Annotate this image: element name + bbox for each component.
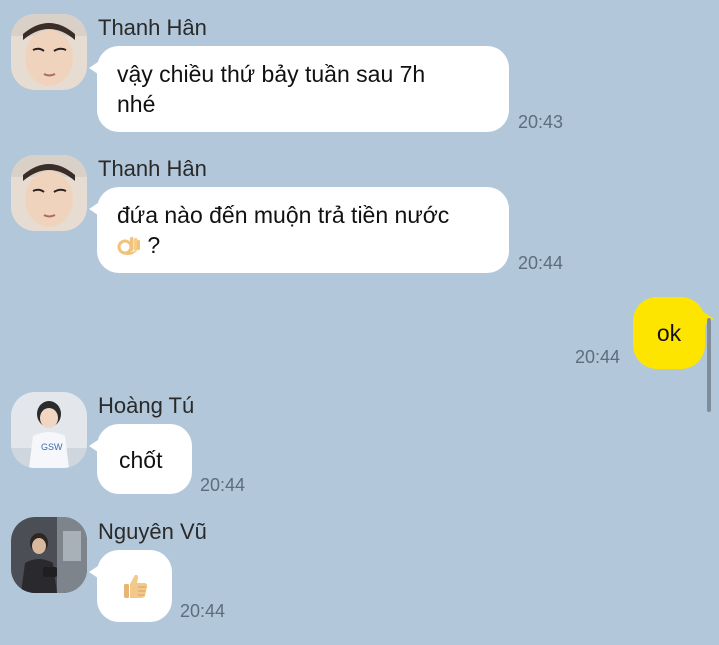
chat-message-list[interactable]: Thanh Hân vậy chiều thứ bảy tuần sau 7h … — [0, 0, 719, 645]
message-timestamp: 20:44 — [518, 253, 564, 273]
svg-text:GSW: GSW — [41, 442, 63, 452]
sender-name: Thanh Hân — [98, 15, 207, 40]
message-bubble[interactable]: vậy chiều thứ bảy tuần sau 7h nhé — [89, 46, 509, 132]
message-timestamp: 20:44 — [180, 601, 226, 621]
thumbs-up-icon — [121, 572, 149, 607]
message-bubble[interactable]: đứa nào đến muộn trả tiền nước ? — [89, 187, 509, 273]
message-text-line: vậy chiều thứ bảy tuần sau 7h — [117, 61, 426, 87]
avatar-nguyen-vu[interactable] — [11, 517, 87, 593]
message-bubble[interactable]: chốt — [89, 424, 192, 494]
sender-name: Hoàng Tú — [98, 393, 195, 418]
message-timestamp: 20:44 — [575, 347, 621, 367]
message-text: ok — [656, 320, 682, 346]
avatar-hoang-tu[interactable]: GSW — [11, 392, 87, 468]
ok-hand-icon — [117, 233, 141, 264]
message-bubble[interactable] — [89, 550, 172, 622]
sender-name: Thanh Hân — [98, 156, 207, 181]
message-timestamp: 20:43 — [518, 112, 564, 132]
scrollbar[interactable] — [707, 318, 711, 412]
message-text-line: nhé — [117, 91, 156, 117]
message-text-line: đứa nào đến muộn trả tiền nước — [117, 202, 450, 228]
sender-name: Nguyên Vũ — [98, 519, 207, 544]
avatar-thanh-han[interactable] — [11, 155, 87, 231]
message-timestamp: 20:44 — [200, 475, 246, 495]
message-text-line: ? — [147, 232, 161, 258]
outgoing-message-bubble[interactable]: ok — [633, 297, 714, 369]
avatar-thanh-han[interactable] — [11, 14, 87, 90]
message-text-line: ? — [117, 230, 489, 264]
message-text: chốt — [119, 447, 163, 473]
